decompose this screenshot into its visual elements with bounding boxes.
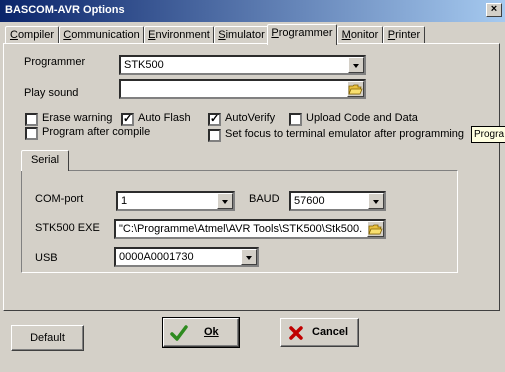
folder-icon (348, 84, 363, 95)
usb-select[interactable]: 0000A0001730 (114, 247, 259, 267)
folder-icon (368, 224, 383, 235)
set-focus-label: Set focus to terminal emulator after pro… (225, 128, 465, 140)
com-port-label: COM-port (35, 193, 84, 205)
tab-programmer[interactable]: Programmer (267, 24, 337, 45)
stk500-exe-field[interactable]: "C:\Programme\Atmel\AVR Tools\STK500\Stk… (114, 219, 386, 239)
cancel-button[interactable]: Cancel (280, 318, 359, 347)
program-after-compile-label: Program after compile (42, 126, 151, 138)
window-title: BASCOM-AVR Options (5, 4, 125, 16)
programmer-select[interactable]: STK500 (119, 55, 366, 75)
auto-verify-checkbox[interactable]: ✓ (208, 113, 221, 126)
chevron-down-icon[interactable] (348, 57, 364, 73)
chevron-down-icon[interactable] (217, 193, 233, 209)
tab-printer[interactable]: Printer (383, 26, 425, 43)
options-dialog: BASCOM-AVR Options × Compiler Communicat… (0, 0, 505, 372)
tab-communication[interactable]: Communication (59, 26, 144, 43)
auto-flash-checkbox[interactable]: ✓ (121, 113, 134, 126)
close-icon: × (490, 3, 498, 15)
erase-warning-label: Erase warning (42, 112, 113, 124)
baud-label: BAUD (249, 193, 280, 205)
play-sound-field[interactable] (119, 79, 366, 99)
com-port-select[interactable]: 1 (116, 191, 235, 211)
auto-flash-label: Auto Flash (138, 112, 191, 124)
browse-button[interactable] (347, 81, 364, 97)
check-icon: ✓ (210, 113, 220, 125)
stk500-exe-label: STK500 EXE (35, 222, 100, 234)
default-button[interactable]: Default (11, 325, 84, 351)
tab-monitor[interactable]: Monitor (337, 26, 383, 43)
title-bar[interactable]: BASCOM-AVR Options × (0, 0, 505, 22)
auto-verify-label: AutoVerify (225, 112, 276, 124)
baud-select[interactable]: 57600 (289, 191, 386, 211)
upload-code-checkbox[interactable] (289, 113, 302, 126)
tab-serial[interactable]: Serial (21, 150, 69, 171)
tooltip: Progra (471, 126, 505, 143)
exe-browse-button[interactable] (367, 221, 384, 237)
check-icon: ✓ (123, 113, 133, 125)
programmer-label: Programmer (24, 56, 86, 68)
checkmark-icon (170, 325, 188, 341)
ok-button[interactable]: Ok (162, 317, 240, 348)
chevron-down-icon[interactable] (368, 193, 384, 209)
chevron-down-icon[interactable] (241, 249, 257, 265)
close-button[interactable]: × (486, 3, 502, 17)
upload-code-label: Upload Code and Data (306, 112, 418, 124)
tab-simulator[interactable]: Simulator (214, 26, 269, 43)
tab-compiler[interactable]: Compiler (5, 26, 59, 43)
usb-label: USB (35, 252, 58, 264)
cancel-x-icon (289, 326, 303, 340)
tab-environment[interactable]: Environment (144, 26, 214, 43)
set-focus-checkbox[interactable] (208, 129, 221, 142)
erase-warning-checkbox[interactable] (25, 113, 38, 126)
program-after-compile-checkbox[interactable] (25, 127, 38, 140)
play-sound-label: Play sound (24, 87, 79, 99)
